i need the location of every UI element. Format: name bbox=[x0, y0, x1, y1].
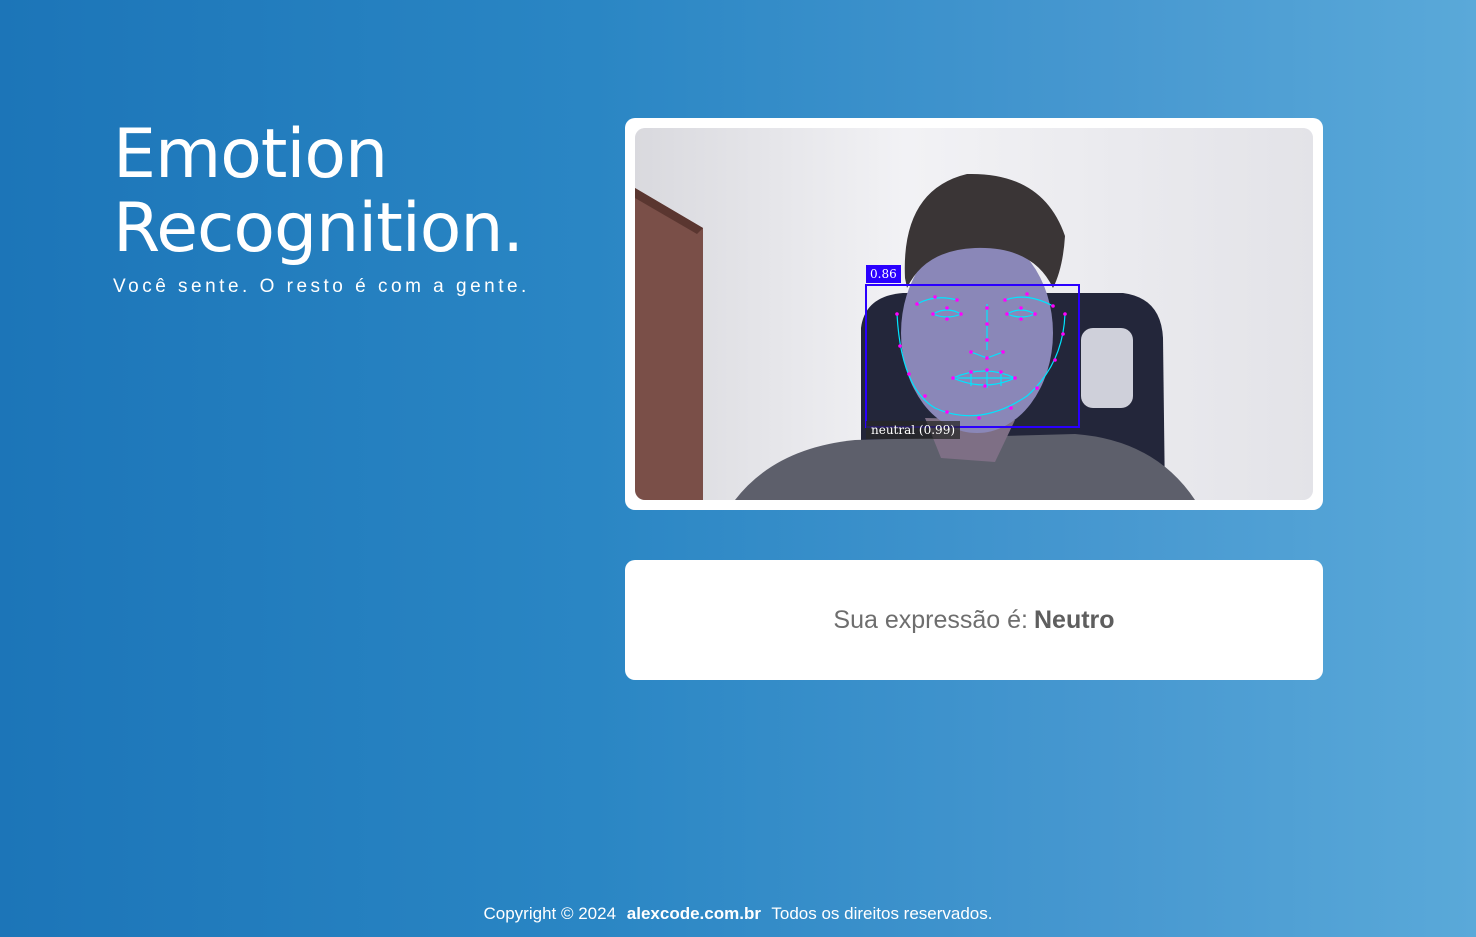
hero-section: Emotion Recognition. Você sente. O resto… bbox=[113, 118, 593, 298]
expression-value: Neutro bbox=[1034, 605, 1115, 634]
footer-brand-link[interactable]: alexcode.com.br bbox=[627, 904, 761, 923]
footer: Copyright © 2024 alexcode.com.br Todos o… bbox=[0, 904, 1476, 924]
emotion-overlay-label: neutral (0.99) bbox=[866, 421, 961, 439]
detection-score-label: 0.86 bbox=[866, 265, 901, 283]
title-line-1: Emotion bbox=[113, 115, 388, 194]
expression-prefix: Sua expressão é: bbox=[833, 605, 1028, 634]
door bbox=[635, 188, 703, 500]
page-title: Emotion Recognition. bbox=[113, 118, 593, 266]
tagline: Você sente. O resto é com a gente. bbox=[113, 276, 530, 297]
webcam-card: 0.86 neutral (0.99) bbox=[625, 118, 1323, 510]
webcam-scene bbox=[635, 128, 1313, 500]
chair-mesh bbox=[1081, 328, 1133, 408]
footer-copyright: Copyright © 2024 bbox=[483, 904, 617, 923]
footer-rights: Todos os direitos reservados. bbox=[771, 904, 993, 923]
webcam-video: 0.86 neutral (0.99) bbox=[635, 128, 1313, 500]
title-line-2: Recognition. bbox=[113, 189, 524, 268]
expression-result-card: Sua expressão é: Neutro bbox=[625, 560, 1323, 680]
